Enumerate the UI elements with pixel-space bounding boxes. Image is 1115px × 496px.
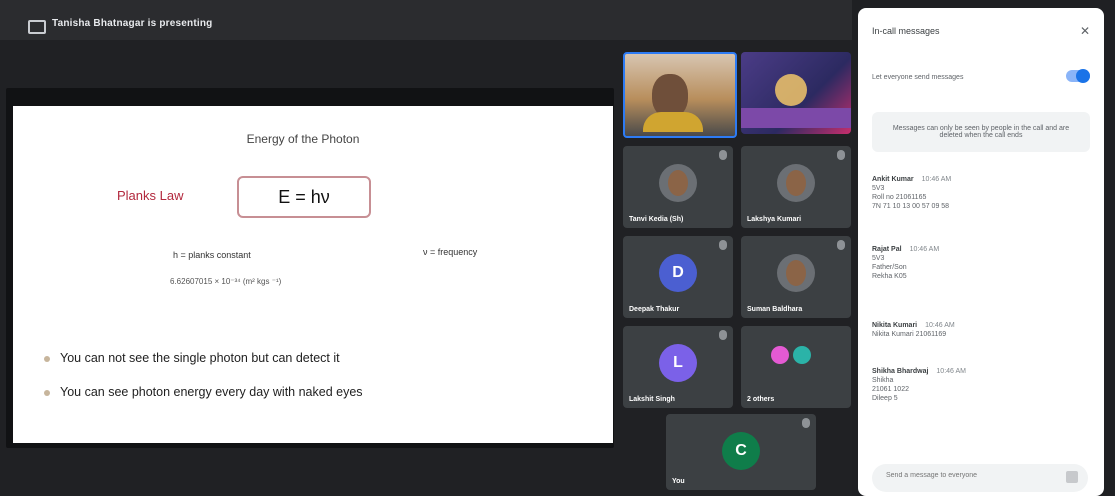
chat-message: Ankit Kumar 10:46 AM 5V3 Roll no 21061165… xyxy=(872,176,1092,210)
mic-muted-icon xyxy=(802,418,810,428)
mic-muted-icon xyxy=(837,240,845,250)
message-sender: Shikha Bhardwaj 10:46 AM xyxy=(872,368,966,375)
meeting-area: Tanisha Bhatnagar is presenting Energy o… xyxy=(0,0,852,496)
participant-tile[interactable]: L Lakshit Singh xyxy=(623,326,733,408)
bullet-dot-icon xyxy=(44,389,50,396)
avatar xyxy=(777,164,815,202)
avatar: L xyxy=(659,344,697,382)
avatar-face xyxy=(668,170,688,196)
send-icon[interactable] xyxy=(1066,471,1078,483)
presenting-bar: Tanisha Bhatnagar is presenting xyxy=(0,0,852,40)
h-value: 6.62607015 × 10⁻³⁴ (m² kgs ⁻¹) xyxy=(170,277,282,286)
message-line: 5V3 xyxy=(872,255,885,262)
bullet-text: You can see photon energy every day with… xyxy=(60,385,363,399)
message-line: Nikita Kumari 21061169 xyxy=(872,331,947,338)
message-line: 5V3 xyxy=(872,185,885,192)
presentation-slide: Energy of the Photon Planks Law E = hν h… xyxy=(13,106,613,443)
avatar-face xyxy=(786,170,806,196)
avatar: C xyxy=(722,432,760,470)
participant-name: Lakshit Singh xyxy=(629,396,675,403)
chat-title: In-call messages xyxy=(872,26,940,36)
bullet-item: You can see photon energy every day with… xyxy=(44,385,514,399)
avatar xyxy=(777,254,815,292)
mic-muted-icon xyxy=(719,150,727,160)
participant-tile-self[interactable]: C You xyxy=(666,414,816,490)
message-time: 10:46 AM xyxy=(936,368,966,375)
avatar: D xyxy=(659,254,697,292)
nu-definition: ν = frequency xyxy=(423,247,478,257)
chat-permission-toggle[interactable] xyxy=(1066,69,1090,83)
formula-box: E = hν xyxy=(237,176,371,218)
chat-notice: Messages can only be seen by people in t… xyxy=(872,112,1090,152)
promo-banner xyxy=(741,108,851,128)
message-line: Father/Son xyxy=(872,264,907,271)
avatar xyxy=(659,164,697,202)
message-sender: Ankit Kumar 10:46 AM xyxy=(872,176,952,183)
mic-muted-icon xyxy=(719,240,727,250)
chat-message: Shikha Bhardwaj 10:46 AM Shikha 21061 102… xyxy=(872,368,1092,402)
message-sender: Rajat Pal 10:46 AM xyxy=(872,246,940,253)
message-time: 10:46 AM xyxy=(909,246,940,253)
avatar xyxy=(771,346,789,364)
avatar xyxy=(793,346,811,364)
message-line: 21061 1022 xyxy=(872,386,909,393)
participant-name: Suman Baldhara xyxy=(747,306,803,313)
present-screen-icon xyxy=(28,20,46,34)
message-line: Shikha xyxy=(872,377,894,384)
participant-tile-others[interactable]: 2 others xyxy=(741,326,851,408)
message-line: 7N 71 10 13 00 57 09 58 xyxy=(872,203,950,210)
presenter-label: Tanisha Bhatnagar is presenting xyxy=(52,18,213,29)
participant-name: Deepak Thakur xyxy=(629,306,680,313)
bullet-text: You can not see the single photon but ca… xyxy=(60,351,340,365)
chat-input[interactable] xyxy=(872,464,1088,492)
close-icon[interactable]: ✕ xyxy=(1080,24,1090,38)
message-time: 10:46 AM xyxy=(925,322,955,329)
bullet-item: You can not see the single photon but ca… xyxy=(44,351,514,365)
slide-title: Energy of the Photon xyxy=(246,132,360,146)
mic-muted-icon xyxy=(719,330,727,340)
message-line: Roll no 21061165 xyxy=(872,194,927,201)
avatar-face xyxy=(786,260,806,286)
participant-tile-camera[interactable] xyxy=(623,52,737,138)
message-sender: Nikita Kumari 10:46 AM xyxy=(872,322,955,329)
message-line: Rekha K05 xyxy=(872,273,907,280)
participant-name: Tanvi Kedia (Sh) xyxy=(629,216,684,223)
chat-toggle-label: Let everyone send messages xyxy=(872,74,964,81)
law-label: Planks Law xyxy=(117,188,184,203)
chat-message-field[interactable] xyxy=(884,471,1058,480)
participant-tile[interactable]: Lakshya Kumari xyxy=(741,146,851,228)
message-line: Dileep 5 xyxy=(872,395,898,402)
bullet-dot-icon xyxy=(44,355,50,362)
participant-tile[interactable]: D Deepak Thakur xyxy=(623,236,733,318)
participant-tile[interactable]: Suman Baldhara xyxy=(741,236,851,318)
participant-name: Lakshya Kumari xyxy=(747,216,802,223)
participant-tile-promo[interactable] xyxy=(741,52,851,134)
message-time: 10:46 AM xyxy=(921,176,952,183)
promo-light-icon xyxy=(775,74,807,106)
participant-video-shirt xyxy=(643,112,703,132)
h-definition: h = planks constant xyxy=(173,250,251,260)
toggle-knob xyxy=(1076,69,1090,83)
chat-panel: In-call messages ✕ Let everyone send mes… xyxy=(858,8,1104,496)
mic-muted-icon xyxy=(837,150,845,160)
chat-message: Rajat Pal 10:46 AM 5V3 Father/Son Rekha K… xyxy=(872,246,1092,280)
chat-message: Nikita Kumari 10:46 AM Nikita Kumari 2106… xyxy=(872,322,1092,338)
participant-tile[interactable]: Tanvi Kedia (Sh) xyxy=(623,146,733,228)
participant-name: You xyxy=(672,478,685,485)
participant-name: 2 others xyxy=(747,396,775,403)
